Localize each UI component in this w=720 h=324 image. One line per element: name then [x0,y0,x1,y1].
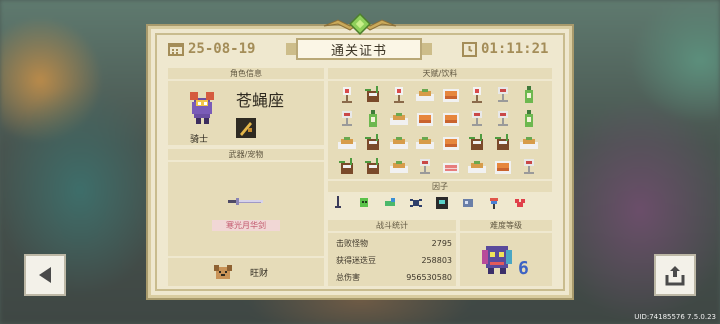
plate-food-icon [414,84,440,108]
stat-value: 956530580 [406,272,452,282]
stat-row-damage: 总伤害 956530580 [336,270,452,284]
sushi-icon [440,156,466,180]
coconut-drink-icon [362,156,388,180]
green-ghost-icon [356,195,372,215]
red-orb-icon [466,84,492,108]
factors-label: 因子 [328,181,552,192]
spider-icon [408,195,424,215]
goblet-icon [492,108,518,132]
coconut-drink-icon [362,132,388,156]
share-button[interactable] [654,254,696,296]
talent-grid [336,84,544,180]
red-orb-icon [388,84,414,108]
time-text: 01:11:21 [481,41,549,57]
plate-food-icon [466,156,492,180]
cake-icon [440,108,466,132]
plate-food-icon [388,132,414,156]
plate-food-icon [518,132,544,156]
plate-food-icon [336,132,362,156]
stat-value: 2795 [431,238,452,248]
back-button[interactable] [24,254,66,296]
plate-food-icon [414,132,440,156]
robot-box-icon [434,195,450,215]
clock-icon [462,41,477,57]
green-bottle-icon [362,108,388,132]
feather-icon [486,195,502,215]
factor-row [330,196,552,214]
weapon-box [168,162,324,256]
goblet-icon [466,108,492,132]
stat-label: 击败怪物 [336,238,368,248]
talents-label: 天赋/饮料 [328,68,552,79]
character-class: 骑士 [189,135,208,145]
cake-icon [440,84,466,108]
cake-icon [414,108,440,132]
character-name: 苍蝇座 [236,91,285,110]
calendar-icon [168,43,184,56]
green-bottle-icon [518,108,544,132]
stat-value: 258803 [421,255,452,265]
coconut-drink-icon [362,84,388,108]
pet-name: 旺财 [250,269,269,279]
back-arrow-icon [39,267,51,283]
weapon-name: 寒光月华剑 [212,220,280,231]
character-portrait [190,92,214,124]
stat-label: 获得迷迭豆 [336,255,376,265]
difficulty-monster-icon [482,246,512,274]
gear-beast-icon [460,195,476,215]
sword-icon [330,195,346,215]
difficulty-level: 6 [518,258,529,279]
cake-icon [440,132,466,156]
date-text: 25-08-19 [188,41,256,57]
goblet-icon [492,84,518,108]
cake-icon [492,156,518,180]
plate-food-icon [388,108,414,132]
stat-row-kills: 击败怪物 2795 [336,236,452,250]
coconut-drink-icon [492,132,518,156]
red-orb-icon [336,84,362,108]
plate-food-icon [388,156,414,180]
pet-box [168,258,324,286]
skill-icon [236,118,256,138]
coconut-drink-icon [466,132,492,156]
uid-version-text: UID:74185576 7.5.0.23 [634,313,716,321]
goblet-icon [518,156,544,180]
battle-stats-label: 战斗统计 [328,220,456,231]
weapon-pet-label: 武器/宠物 [168,149,324,160]
bird-icon [382,195,398,215]
crest-gem-icon [323,13,397,35]
share-icon [665,266,685,286]
green-bottle-icon [518,84,544,108]
clear-date: 25-08-19 [168,40,255,58]
coconut-drink-icon [336,156,362,180]
goblet-icon [414,156,440,180]
difficulty-label: 难度等级 [460,220,552,231]
heart-wing-icon [512,195,528,215]
weapon-sword-icon [228,198,263,205]
stat-label: 总伤害 [336,272,360,282]
goblet-icon [336,108,362,132]
certificate-title: 通关证书 [286,38,432,60]
certificate-title-text: 通关证书 [330,43,387,59]
pet-dog-icon [214,265,232,279]
character-info-label: 角色信息 [168,68,324,79]
stat-row-beans: 获得迷迭豆 258803 [336,253,452,267]
clear-time: 01:11:21 [462,40,548,58]
